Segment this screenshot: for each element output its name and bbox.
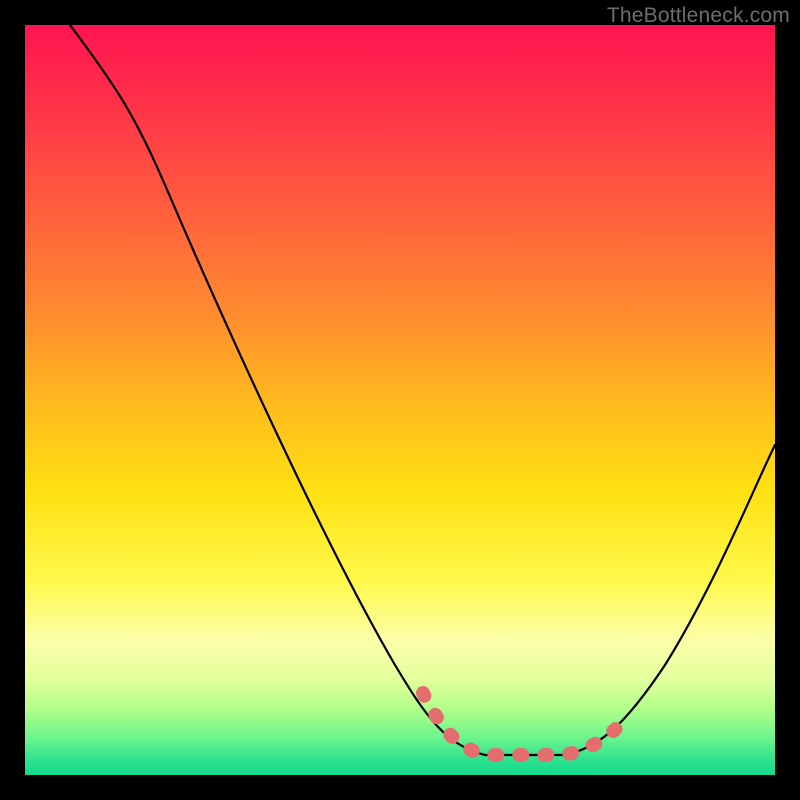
sweet-spot-dashed: [423, 693, 627, 755]
chart-frame: TheBottleneck.com: [0, 0, 800, 800]
bottleneck-curve: [70, 25, 775, 755]
watermark-text: TheBottleneck.com: [607, 4, 790, 28]
bottleneck-curve-svg: [25, 25, 775, 775]
